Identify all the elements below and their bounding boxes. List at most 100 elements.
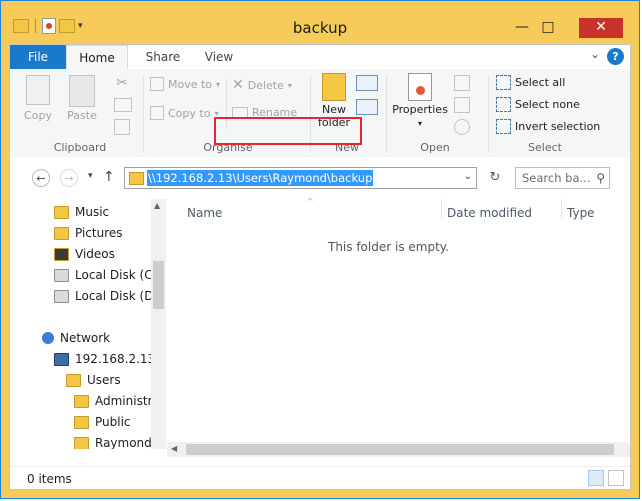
- nav-item-public[interactable]: Public: [74, 415, 131, 429]
- column-header-type[interactable]: Type: [567, 206, 595, 220]
- up-icon[interactable]: ↑: [103, 169, 115, 185]
- nav-item-pictures[interactable]: Pictures: [54, 226, 123, 240]
- copy-to-button[interactable]: Copy to ▾: [150, 106, 218, 120]
- search-icon[interactable]: ⚲: [596, 168, 605, 188]
- tab-view[interactable]: View: [194, 45, 244, 69]
- address-bar[interactable]: \\192.168.2.13\Users\Raymond\backup ⌄: [124, 167, 477, 189]
- maximize-button[interactable]: □: [535, 18, 561, 36]
- move-to-label: Move to: [168, 77, 213, 91]
- nav-item-label: Local Disk (D:): [75, 289, 163, 303]
- select-all-button[interactable]: Select all: [496, 75, 565, 90]
- tab-share[interactable]: Share: [138, 45, 188, 69]
- column-header-name[interactable]: Name: [187, 206, 222, 220]
- easy-access-icon[interactable]: [356, 99, 378, 115]
- navigation-pane: Music Pictures Videos Local Disk (C:) Lo…: [10, 199, 166, 449]
- search-box[interactable]: Search ba... ⚲: [515, 167, 610, 189]
- column-separator[interactable]: [441, 199, 442, 219]
- nav-item-local-disk-c[interactable]: Local Disk (C:): [54, 268, 161, 282]
- computer-icon: [54, 352, 69, 366]
- drive-c-icon: [54, 268, 69, 282]
- copy-icon: [26, 75, 50, 105]
- large-icons-view-icon[interactable]: [608, 470, 624, 486]
- sort-indicator-icon: ^: [307, 197, 314, 206]
- folder-icon: [74, 394, 89, 408]
- nav-item-raymond[interactable]: Raymond: [74, 436, 152, 449]
- edit-icon[interactable]: [454, 97, 470, 113]
- horizontal-scrollbar[interactable]: ◀: [167, 442, 630, 457]
- recent-locations-icon[interactable]: ▾: [88, 171, 93, 181]
- history-icon[interactable]: [454, 119, 470, 135]
- select-none-icon: [496, 97, 511, 112]
- nav-item-label: Pictures: [75, 226, 123, 240]
- status-bar: 0 items: [10, 466, 630, 489]
- new-item-icon[interactable]: [356, 75, 378, 91]
- dropdown-arrow-icon: ▾: [287, 80, 292, 90]
- details-view-icon[interactable]: [588, 470, 604, 486]
- nav-item-network[interactable]: Network: [42, 331, 110, 345]
- group-open-label: Open: [420, 141, 450, 154]
- address-dropdown-icon[interactable]: ⌄: [464, 171, 472, 182]
- paste-label: Paste: [67, 109, 97, 122]
- select-all-label: Select all: [515, 76, 566, 89]
- scroll-up-icon[interactable]: ▲: [154, 201, 160, 210]
- group-separator: [488, 75, 489, 153]
- tab-file[interactable]: File: [10, 45, 66, 69]
- pictures-icon: [54, 226, 69, 240]
- nav-item-label: Network: [60, 331, 111, 345]
- nav-item-host[interactable]: 192.168.2.13: [54, 352, 155, 366]
- nav-item-local-disk-d[interactable]: Local Disk (D:): [54, 289, 162, 303]
- copy-path-icon[interactable]: [114, 98, 132, 112]
- collapse-ribbon-icon[interactable]: ⌄: [590, 47, 600, 61]
- folder-icon: [129, 172, 144, 185]
- nav-item-administrator[interactable]: Administra: [74, 394, 160, 408]
- help-icon[interactable]: ?: [607, 48, 624, 65]
- move-to-button[interactable]: Move to ▾: [150, 77, 220, 91]
- copy-button[interactable]: Copy: [20, 75, 56, 122]
- horizontal-scrollbar-thumb[interactable]: [186, 444, 614, 455]
- scroll-left-icon[interactable]: ◀: [171, 444, 177, 453]
- refresh-icon[interactable]: ↻: [484, 167, 506, 189]
- invert-selection-icon: [496, 119, 511, 134]
- select-none-label: Select none: [515, 98, 580, 111]
- scrollbar-thumb[interactable]: [153, 261, 164, 309]
- properties-button[interactable]: Properties ▾: [392, 73, 448, 129]
- back-icon[interactable]: ←: [32, 169, 50, 187]
- minimize-button[interactable]: —: [509, 18, 535, 36]
- folder-icon: [74, 415, 89, 429]
- tab-home[interactable]: Home: [66, 45, 128, 71]
- navigation-scrollbar[interactable]: ▲: [151, 199, 166, 449]
- copy-label: Copy: [24, 109, 52, 122]
- forward-icon[interactable]: →: [60, 169, 78, 187]
- address-path[interactable]: \\192.168.2.13\Users\Raymond\backup: [147, 170, 374, 186]
- title-bar: ▾ backup — □ ✕: [9, 9, 631, 39]
- move-to-icon: [150, 77, 164, 91]
- group-clipboard-label: Clipboard: [53, 141, 107, 154]
- column-separator[interactable]: [561, 199, 562, 219]
- open-icon[interactable]: [454, 75, 470, 91]
- group-select-label: Select: [528, 141, 562, 154]
- nav-item-label: Videos: [75, 247, 115, 261]
- properties-icon: [408, 73, 432, 101]
- nav-item-users[interactable]: Users: [66, 373, 121, 387]
- close-button[interactable]: ✕: [579, 18, 623, 38]
- nav-item-label: Raymond: [95, 436, 152, 449]
- column-header-date-modified[interactable]: Date modified: [447, 206, 532, 220]
- new-folder-label-1: New: [322, 103, 346, 116]
- invert-selection-button[interactable]: Invert selection: [496, 119, 600, 134]
- search-input[interactable]: Search ba...: [522, 171, 590, 185]
- nav-item-videos[interactable]: Videos: [54, 247, 115, 261]
- select-none-button[interactable]: Select none: [496, 97, 580, 112]
- annotation-highlight-box: [214, 117, 362, 145]
- drive-d-icon: [54, 289, 69, 303]
- select-all-icon: [496, 75, 511, 90]
- music-icon: [54, 205, 69, 219]
- paste-shortcut-icon[interactable]: [114, 119, 130, 135]
- paste-button[interactable]: Paste: [62, 75, 102, 122]
- cut-icon[interactable]: ✂: [114, 75, 130, 91]
- paste-icon: [69, 75, 95, 107]
- invert-selection-label: Invert selection: [515, 120, 601, 133]
- file-list[interactable]: ^ Name Date modified Type This folder is…: [167, 197, 630, 457]
- nav-item-label: Local Disk (C:): [75, 268, 162, 282]
- delete-button[interactable]: ✕ Delete ▾: [232, 77, 292, 93]
- nav-item-music[interactable]: Music: [54, 205, 109, 219]
